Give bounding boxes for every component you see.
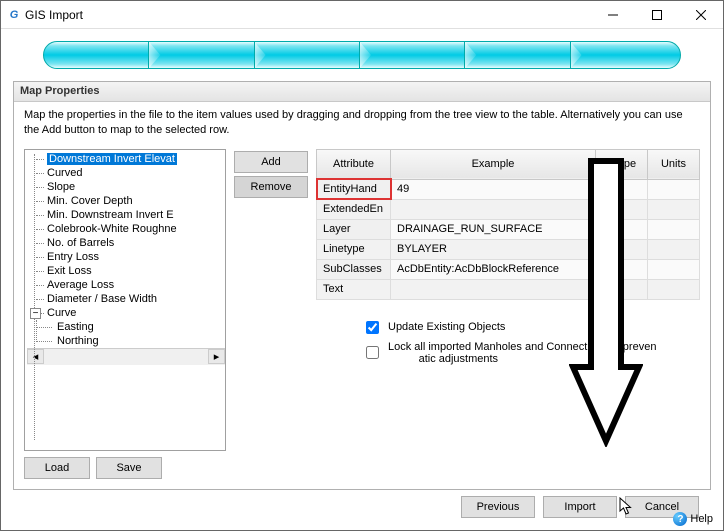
cell-attribute[interactable]: Layer [317, 219, 391, 239]
table-row[interactable]: Text [317, 279, 700, 299]
lock-imported-checkbox[interactable]: Lock all imported Manholes and Connectio… [362, 341, 700, 365]
cell-property[interactable] [596, 219, 648, 239]
tree-item[interactable]: Average Loss [27, 278, 226, 292]
property-tree[interactable]: Downstream Invert Elevat Curved Slope Min. … [24, 149, 226, 451]
cell-units[interactable] [648, 279, 700, 299]
window-title: GIS Import [25, 8, 591, 22]
table-row[interactable]: LinetypeBYLAYER [317, 239, 700, 259]
tree-item[interactable]: Slope [27, 180, 226, 194]
tree-item-label: No. of Barrels [47, 237, 114, 249]
tree-item-label: Average Loss [47, 279, 114, 291]
tree-item[interactable]: Diameter / Base Width [27, 292, 226, 306]
col-units[interactable]: Units [648, 149, 700, 179]
tree-item-label: Curve [47, 307, 76, 319]
add-button[interactable]: Add [234, 151, 308, 173]
tree-item-label: Min. Downstream Invert E [47, 209, 174, 221]
tree-item[interactable]: Min. Downstream Invert E [27, 208, 226, 222]
cell-example[interactable]: BYLAYER [391, 239, 596, 259]
maximize-button[interactable] [635, 1, 679, 29]
cell-example[interactable] [391, 279, 596, 299]
cell-units[interactable] [648, 259, 700, 279]
minimize-button[interactable] [591, 1, 635, 29]
col-property[interactable]: Prope [596, 149, 648, 179]
cell-attribute[interactable]: Text [317, 279, 391, 299]
cell-units[interactable] [648, 199, 700, 219]
tree-item[interactable]: Easting [45, 320, 226, 334]
expand-toggle[interactable]: − [30, 308, 41, 319]
update-existing-label: Update Existing Objects [388, 321, 505, 333]
col-attribute[interactable]: Attribute [317, 149, 391, 179]
close-button[interactable] [679, 1, 723, 29]
wizard-progress [43, 41, 681, 69]
tree-item[interactable]: No. of Barrels [27, 236, 226, 250]
cell-property[interactable] [596, 199, 648, 219]
tree-item-label: Min. Cover Depth [47, 195, 133, 207]
tree-item[interactable]: Min. Cover Depth [27, 194, 226, 208]
cell-units[interactable] [648, 239, 700, 259]
tree-item[interactable]: Colebrook-White Roughne [27, 222, 226, 236]
help-icon: ? [673, 512, 687, 526]
cell-example[interactable] [391, 199, 596, 219]
cell-property[interactable] [596, 259, 648, 279]
help-label: Help [690, 513, 713, 525]
tree-item[interactable]: Northing [45, 334, 226, 348]
cell-example[interactable]: DRAINAGE_RUN_SURFACE [391, 219, 596, 239]
lock-imported-label: Lock all imported Manholes and Connectio… [388, 341, 700, 365]
group-title: Map Properties [14, 82, 710, 102]
table-row[interactable]: ExtendedEn [317, 199, 700, 219]
cell-attribute[interactable]: Linetype [317, 239, 391, 259]
cell-property[interactable] [596, 279, 648, 299]
wizard-footer: Previous Import Cancel [13, 490, 711, 524]
tree-item-label: Slope [47, 181, 75, 193]
mapping-table[interactable]: Attribute Example Prope Units EntityHand… [316, 149, 700, 300]
cell-property[interactable] [596, 239, 648, 259]
app-icon: G [7, 8, 21, 22]
import-button[interactable]: Import [543, 496, 617, 518]
cell-example[interactable]: AcDbEntity:AcDbBlockReference [391, 259, 596, 279]
table-row[interactable]: SubClassesAcDbEntity:AcDbBlockReference [317, 259, 700, 279]
tree-scrollbar[interactable]: ◂ ▸ [27, 348, 225, 365]
table-row[interactable]: LayerDRAINAGE_RUN_SURFACE [317, 219, 700, 239]
save-button[interactable]: Save [96, 457, 162, 479]
table-row[interactable]: EntityHand49 [317, 179, 700, 199]
tree-item-label: Easting [57, 321, 94, 333]
scroll-left-button[interactable]: ◂ [27, 349, 44, 364]
tree-item[interactable]: Entry Loss [27, 250, 226, 264]
lock-imported-input[interactable] [366, 346, 379, 359]
cell-example[interactable]: 49 [391, 179, 596, 199]
help-link[interactable]: ? Help [673, 512, 713, 526]
tree-item-label: Curved [47, 167, 82, 179]
tree-item-label: Exit Loss [47, 265, 92, 277]
cell-attribute[interactable]: SubClasses [317, 259, 391, 279]
title-bar: G GIS Import [1, 1, 723, 29]
update-existing-input[interactable] [366, 321, 379, 334]
remove-button[interactable]: Remove [234, 176, 308, 198]
cell-attribute[interactable]: ExtendedEn [317, 199, 391, 219]
tree-item[interactable]: Curved [27, 166, 226, 180]
tree-item-label: Northing [57, 335, 99, 347]
cell-property[interactable] [596, 179, 648, 199]
tree-item-label: Entry Loss [47, 251, 99, 263]
scroll-right-button[interactable]: ▸ [208, 349, 225, 364]
map-properties-group: Map Properties Map the properties in the… [13, 81, 711, 490]
cell-units[interactable] [648, 219, 700, 239]
tree-item[interactable]: Exit Loss [27, 264, 226, 278]
previous-button[interactable]: Previous [461, 496, 535, 518]
update-existing-checkbox[interactable]: Update Existing Objects [362, 318, 700, 337]
tree-item-label: Diameter / Base Width [47, 293, 157, 305]
tree-item[interactable]: −Curve [27, 306, 226, 320]
tree-item-label: Downstream Invert Elevat [47, 153, 177, 165]
cell-attribute[interactable]: EntityHand [317, 179, 391, 199]
cell-units[interactable] [648, 179, 700, 199]
tree-item[interactable]: Downstream Invert Elevat [27, 152, 226, 166]
tree-item-label: Colebrook-White Roughne [47, 223, 177, 235]
load-button[interactable]: Load [24, 457, 90, 479]
description-text: Map the properties in the file to the it… [24, 108, 700, 139]
col-example[interactable]: Example [391, 149, 596, 179]
